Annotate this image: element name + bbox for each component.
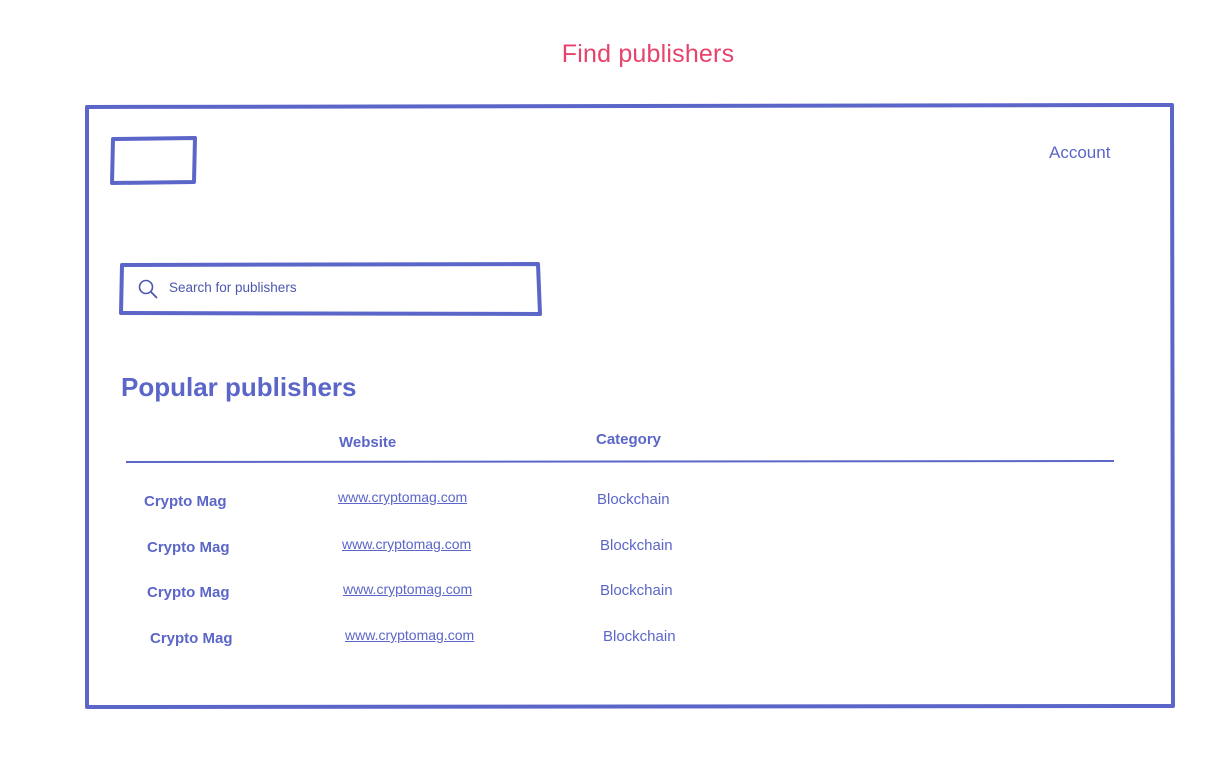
publisher-website-link[interactable]: www.cryptomag.com xyxy=(343,581,472,597)
search-placeholder: Search for publishers xyxy=(169,280,297,295)
publisher-website-link[interactable]: www.cryptomag.com xyxy=(338,489,467,505)
section-title-popular-publishers: Popular publishers xyxy=(121,372,357,402)
publisher-category: Blockchain xyxy=(597,491,670,508)
publisher-category: Blockchain xyxy=(603,628,676,645)
publisher-website-link[interactable]: www.cryptomag.com xyxy=(342,536,471,552)
publisher-name[interactable]: Crypto Mag xyxy=(150,630,233,647)
publisher-category: Blockchain xyxy=(600,537,673,554)
table-header-divider xyxy=(125,460,1115,463)
column-header-website: Website xyxy=(339,434,397,451)
publisher-name[interactable]: Crypto Mag xyxy=(144,493,227,510)
account-link[interactable]: Account xyxy=(1049,143,1110,163)
app-frame xyxy=(85,103,1175,709)
logo[interactable] xyxy=(111,138,196,184)
publisher-category: Blockchain xyxy=(600,582,673,599)
column-header-category: Category xyxy=(596,431,662,448)
publisher-name[interactable]: Crypto Mag xyxy=(147,539,230,556)
publisher-name[interactable]: Crypto Mag xyxy=(147,584,230,601)
search-icon xyxy=(138,279,158,299)
page-title: Find publishers xyxy=(561,40,735,68)
publisher-website-link[interactable]: www.cryptomag.com xyxy=(345,627,474,643)
